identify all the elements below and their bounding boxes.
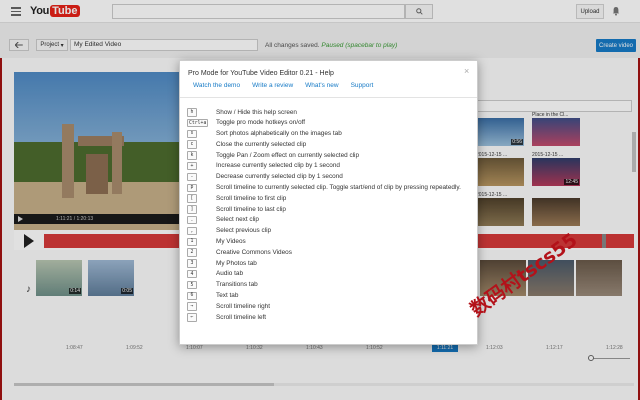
key-cap: p — [187, 183, 197, 193]
shortcut-description: Creative Commons Videos — [216, 248, 292, 256]
shortcut-row: + Increase currently selected clip by 1 s… — [187, 161, 475, 172]
shortcut-row: 5 Transitions tab — [187, 280, 475, 291]
shortcut-description: Scroll timeline to first clip — [216, 194, 287, 202]
shortcut-row: c Close the currently selected clip — [187, 139, 475, 150]
key-cap: → — [187, 302, 197, 311]
key-cap: Ctrl+a — [187, 118, 209, 128]
shortcut-row: h Show / Hide this help screen — [187, 107, 475, 118]
key-cap: + — [187, 161, 197, 171]
shortcut-description: Toggle pro mode hotkeys on/off — [216, 119, 306, 127]
key-cap: . — [187, 215, 197, 225]
shortcut-row: . Select next clip — [187, 215, 475, 226]
whats-new-link[interactable]: What's new — [305, 82, 338, 89]
shortcut-description: Scroll timeline to last clip — [216, 205, 286, 213]
shortcut-row: ← Scroll timeline left — [187, 312, 475, 323]
key-cap: c — [187, 140, 197, 149]
shortcut-description: Audio tab — [216, 270, 244, 278]
shortcut-description: Decrease currently selected clip by 1 se… — [216, 173, 343, 181]
shortcut-description: Sort photos alphabetically on the images… — [216, 130, 342, 138]
shortcut-description: Transitions tab — [216, 281, 258, 289]
dialog-links: Watch the demo Write a review What's new… — [193, 82, 373, 89]
key-cap: s — [187, 129, 197, 139]
shortcut-description: Text tab — [216, 292, 239, 300]
shortcut-row: 3 My Photos tab — [187, 258, 475, 269]
key-cap: , — [187, 226, 197, 236]
shortcut-description: Select next clip — [216, 216, 259, 224]
shortcut-row: s Sort photos alphabetically on the image… — [187, 129, 475, 140]
shortcut-description: My Photos tab — [216, 259, 257, 267]
shortcut-row: p Scroll timeline to currently selected c… — [187, 183, 475, 194]
shortcut-row: ] Scroll timeline to last clip — [187, 204, 475, 215]
key-cap: ] — [187, 205, 197, 214]
key-cap: 3 — [187, 259, 197, 268]
shortcut-description: My Videos — [216, 238, 246, 246]
key-cap: 1 — [187, 237, 197, 247]
write-review-link[interactable]: Write a review — [252, 82, 293, 89]
support-link[interactable]: Support — [351, 82, 374, 89]
divider — [180, 97, 477, 98]
shortcut-row: 2 Creative Commons Videos — [187, 247, 475, 258]
shortcut-description: Increase currently selected clip by 1 se… — [216, 162, 340, 170]
help-dialog: Pro Mode for YouTube Video Editor 0.21 -… — [179, 60, 478, 345]
key-cap: 4 — [187, 269, 197, 279]
shortcut-description: Toggle Pan / Zoom effect on currently se… — [216, 151, 360, 159]
shortcut-row: - Decrease currently selected clip by 1 s… — [187, 172, 475, 183]
key-cap: ← — [187, 313, 197, 322]
shortcut-row: 1 My Videos — [187, 237, 475, 248]
dialog-title: Pro Mode for YouTube Video Editor 0.21 -… — [188, 70, 334, 77]
shortcut-description: Scroll timeline right — [216, 302, 270, 310]
shortcut-description: Show / Hide this help screen — [216, 108, 297, 116]
shortcut-list: h Show / Hide this help screen Ctrl+a Togg… — [187, 107, 475, 323]
key-cap: h — [187, 108, 197, 117]
key-cap: 5 — [187, 280, 197, 290]
key-cap: 2 — [187, 248, 197, 257]
shortcut-row: → Scroll timeline right — [187, 301, 475, 312]
key-cap: - — [187, 172, 197, 182]
key-cap: 6 — [187, 291, 197, 301]
key-cap: [ — [187, 194, 197, 203]
shortcut-row: k Toggle Pan / Zoom effect on currently s… — [187, 150, 475, 161]
key-cap: k — [187, 151, 197, 160]
shortcut-description: Scroll timeline to currently selected cl… — [216, 184, 461, 192]
watch-demo-link[interactable]: Watch the demo — [193, 82, 240, 89]
shortcut-row: 6 Text tab — [187, 291, 475, 302]
shortcut-description: Close the currently selected clip — [216, 140, 307, 148]
shortcut-row: 4 Audio tab — [187, 269, 475, 280]
close-icon[interactable]: × — [464, 67, 469, 76]
shortcut-row: Ctrl+a Toggle pro mode hotkeys on/off — [187, 118, 475, 129]
shortcut-description: Scroll timeline left — [216, 313, 267, 321]
shortcut-row: [ Scroll timeline to first clip — [187, 193, 475, 204]
shortcut-row: , Select previous clip — [187, 226, 475, 237]
shortcut-description: Select previous clip — [216, 227, 272, 235]
